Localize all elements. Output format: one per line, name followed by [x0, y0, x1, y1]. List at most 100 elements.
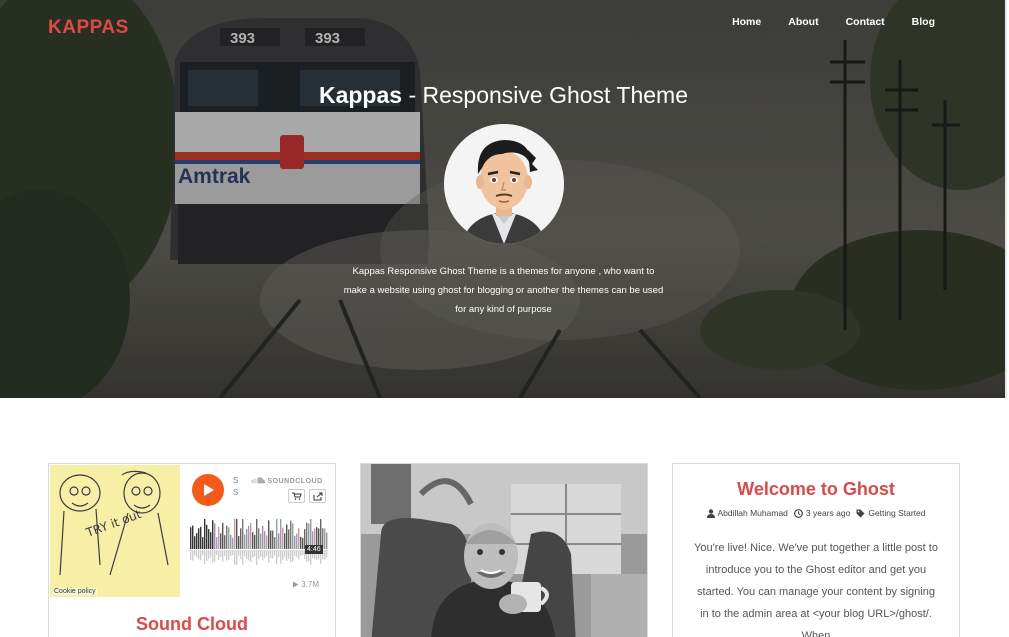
waveform-bar — [200, 526, 202, 549]
waveform-reflection-bar — [324, 550, 326, 560]
nav-blog-link[interactable]: Blog — [912, 16, 935, 28]
nav-contact-link[interactable]: Contact — [846, 16, 885, 28]
waveform-bar — [222, 522, 224, 549]
waveform-bar — [238, 536, 240, 549]
waveform-bar — [214, 523, 216, 549]
waveform-reflection-bar — [214, 550, 216, 562]
waveform-reflection-bar — [270, 550, 272, 559]
waveform-reflection-bar — [252, 550, 254, 558]
track-duration: 4:46 — [305, 545, 323, 554]
waveform-reflection-bar — [286, 550, 288, 562]
waveform-bar — [326, 532, 328, 549]
waveform-reflection-bar — [198, 550, 200, 560]
waveform-bar — [288, 529, 290, 549]
waveform-bar — [302, 537, 304, 549]
waveform-reflection-bar — [258, 550, 260, 560]
waveform-reflection-bar — [212, 550, 214, 563]
waveform-reflection-bar — [250, 550, 252, 562]
waveform-bar — [244, 534, 246, 549]
waveform-reflection-bar — [278, 550, 280, 558]
waveform-bar — [324, 528, 326, 549]
waveform-reflection-bar — [262, 550, 264, 561]
post-title-welcome[interactable]: Welcome to Ghost — [673, 479, 959, 500]
user-icon — [706, 508, 715, 518]
soundcloud-waveform[interactable] — [190, 519, 329, 567]
waveform-reflection-bar — [280, 550, 282, 565]
post-meta: Abdillah Muhamad 3 years ago Getting Sta… — [673, 508, 959, 518]
waveform-reflection-bar — [282, 550, 284, 560]
waveform-bar — [286, 524, 288, 549]
waveform-reflection-bar — [230, 550, 232, 557]
hero-title-rest: - Responsive Ghost Theme — [402, 82, 689, 108]
plays-icon — [293, 581, 299, 587]
waveform-reflection-bar — [190, 550, 192, 560]
waveform-bar — [226, 525, 228, 549]
post-date-text: 3 years ago — [805, 508, 851, 518]
page-scrollbar[interactable] — [1005, 0, 1007, 398]
waveform-reflection-bar — [216, 550, 218, 556]
tag-icon — [856, 509, 865, 517]
waveform-bar — [198, 528, 200, 549]
waveform-reflection-bar — [234, 550, 236, 565]
waveform-bar — [246, 528, 248, 549]
waveform-reflection-bar — [288, 550, 290, 559]
waveform-reflection-bar — [226, 550, 228, 561]
waveform-reflection-bar — [272, 550, 274, 559]
waveform-reflection-bar — [296, 550, 298, 557]
waveform-bar — [224, 535, 226, 549]
site-logo-link[interactable]: KAPPAS — [48, 17, 129, 39]
waveform-bar — [258, 528, 260, 549]
post-card-welcome[interactable]: Welcome to Ghost Abdillah Muhamad 3 year… — [672, 463, 960, 637]
waveform-reflection-bar — [246, 550, 248, 560]
post-tag[interactable]: Getting Started — [856, 508, 926, 518]
waveform-bar — [276, 519, 278, 549]
waveform-bar — [230, 534, 232, 549]
post-feature-image[interactable] — [361, 464, 647, 637]
waveform-reflection-bar — [242, 550, 244, 565]
waveform-reflection-bar — [302, 550, 304, 556]
post-title-sound-cloud[interactable]: Sound Cloud — [49, 614, 335, 635]
waveform-reflection-bar — [218, 550, 220, 560]
buy-button[interactable] — [288, 489, 305, 503]
waveform-bar — [274, 537, 276, 549]
cartoon-avatar-image — [444, 124, 564, 244]
waveform-reflection-bar — [292, 550, 294, 562]
sketch-artwork-image: TRY it out — [50, 465, 180, 597]
nav-about-link[interactable]: About — [788, 16, 818, 28]
waveform-bar — [240, 528, 242, 549]
post-author[interactable]: Abdillah Muhamad — [706, 508, 788, 518]
waveform-bar — [208, 529, 210, 549]
waveform-reflection-bar — [266, 550, 268, 557]
waveform-bar — [294, 535, 296, 549]
waveform-bar — [194, 536, 196, 549]
waveform-reflection-bar — [268, 550, 270, 563]
nav-home-link[interactable]: Home — [732, 16, 761, 28]
post-author-name: Abdillah Muhamad — [717, 508, 788, 518]
waveform-bar — [262, 525, 264, 549]
share-button[interactable] — [309, 489, 326, 503]
post-excerpt: You're live! Nice. We've put together a … — [694, 542, 938, 637]
waveform-bar — [252, 532, 254, 549]
waveform-bar — [232, 537, 234, 549]
soundcloud-logo[interactable]: SOUNDCLOUD — [251, 477, 323, 485]
soundcloud-wordmark: SOUNDCLOUD — [267, 478, 323, 485]
play-button[interactable] — [192, 474, 224, 506]
soundcloud-artwork: TRY it out Cookie policy — [50, 465, 180, 597]
post-card-photo[interactable] — [360, 463, 648, 637]
cookie-policy-link[interactable]: Cookie policy — [53, 588, 97, 595]
soundcloud-embed[interactable]: TRY it out Cookie policy S S SOUNDCLOUD … — [50, 465, 334, 597]
waveform-bar — [190, 527, 192, 549]
hero-title: Kappas - Responsive Ghost Theme — [0, 82, 1007, 109]
waveform-bar — [268, 520, 270, 549]
waveform-reflection-bar — [326, 550, 328, 558]
post-card-sound-cloud[interactable]: TRY it out Cookie policy S S SOUNDCLOUD … — [48, 463, 336, 637]
waveform-bar — [250, 522, 252, 549]
waveform-bar — [202, 537, 204, 549]
man-with-mug-photo — [361, 464, 647, 637]
waveform-reflection-bar — [276, 550, 278, 565]
waveform-reflection-bar — [192, 550, 194, 561]
waveform-reflection-bar — [196, 550, 198, 558]
waveform-bar — [254, 534, 256, 549]
waveform-reflection-bar — [236, 550, 238, 565]
waveform-reflection-bar — [208, 550, 210, 559]
